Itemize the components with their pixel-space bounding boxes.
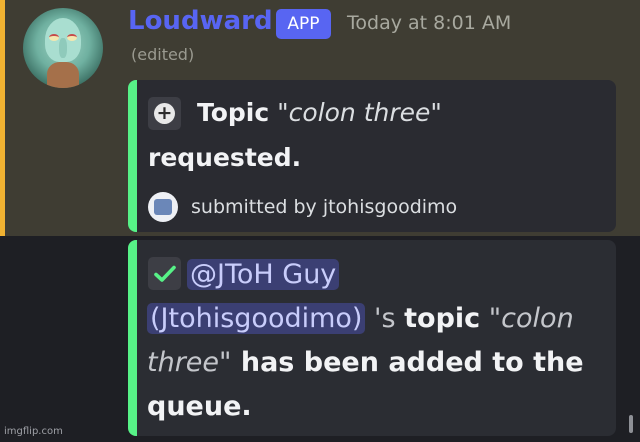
embed-color-bar <box>128 240 137 436</box>
topic-label: Topic <box>197 98 270 127</box>
submitter-avatar <box>148 192 178 222</box>
avatar-body-shape <box>47 62 79 88</box>
avatar-eye-shape <box>49 34 59 41</box>
edited-label: (edited) <box>131 45 195 64</box>
mention-highlight-bar <box>0 0 5 236</box>
user-mention[interactable]: @JToH Guy <box>187 259 340 290</box>
avatar[interactable] <box>23 8 103 88</box>
topic-value: "colon three" <box>277 98 442 127</box>
plus-icon: + <box>148 97 181 130</box>
username[interactable]: Loudward <box>128 4 273 38</box>
possessive-text: 's <box>365 303 405 334</box>
topic-word: topic <box>404 303 481 334</box>
avatar-nose-shape <box>59 38 67 58</box>
submitted-by-text: submitted by jtohisgoodimo <box>191 196 458 218</box>
request-status: requested. <box>148 143 302 172</box>
highlighted-message: Loudward APP Today at 8:01 AM (edited) +… <box>0 0 640 236</box>
topic-request-embed: + Topic "colon three" requested. submitt… <box>128 80 616 232</box>
avatar-eye-shape <box>67 34 77 41</box>
user-mention[interactable]: (Jtohisgoodimo) <box>147 303 366 334</box>
topic-line: Topic "colon three" <box>197 96 442 130</box>
timestamp[interactable]: Today at 8:01 AM <box>347 9 511 37</box>
app-badge: APP <box>276 9 331 39</box>
queue-confirmation-embed: @JToH Guy (Jtohisgoodimo) 's topic "colon… <box>128 240 616 436</box>
watermark: imgflip.com <box>4 426 63 437</box>
scrollbar[interactable] <box>629 415 633 433</box>
queue-message: @JToH Guy (Jtohisgoodimo) 's topic "colon… <box>147 253 587 429</box>
embed-color-bar <box>128 80 137 232</box>
